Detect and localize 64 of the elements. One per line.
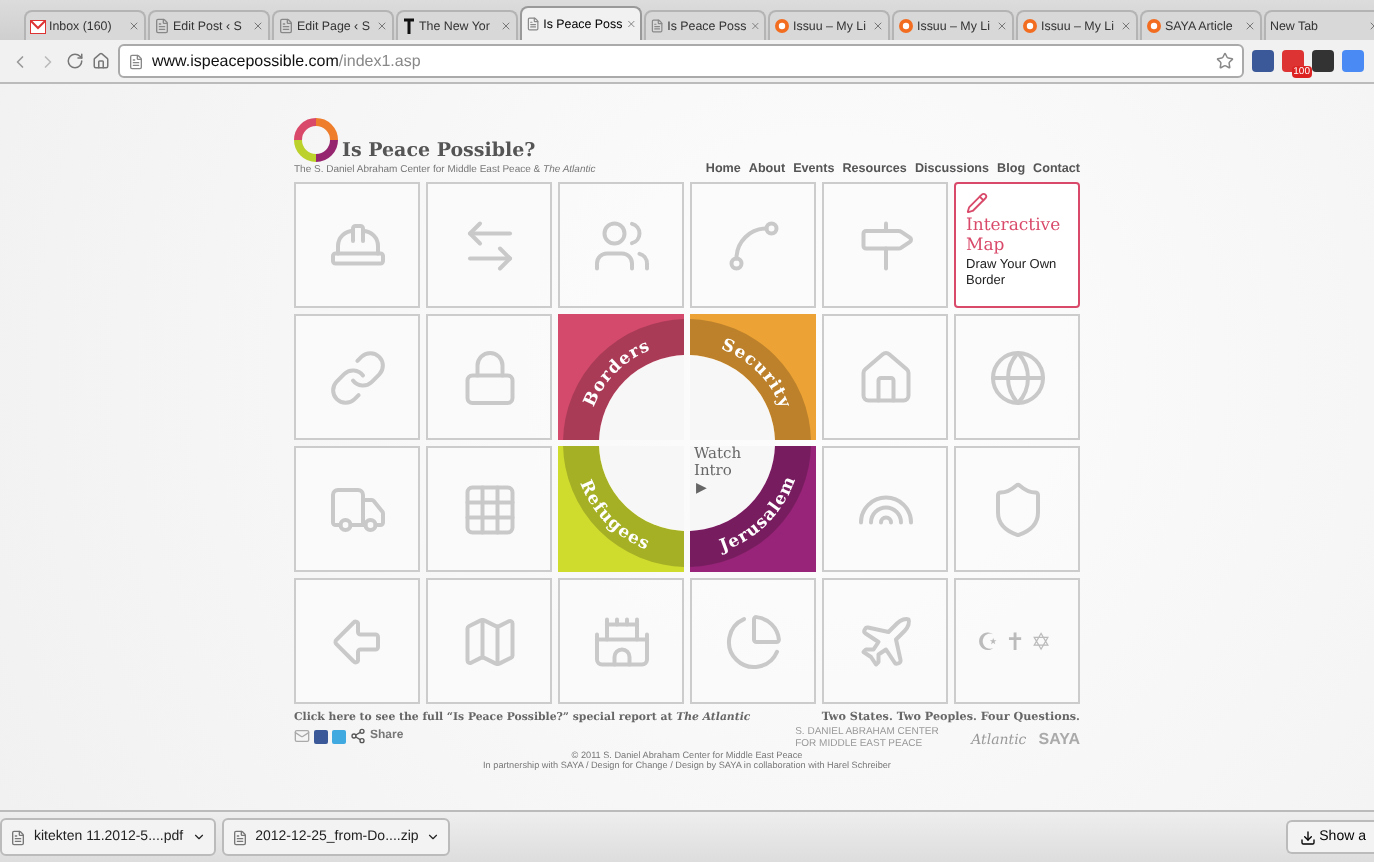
close-icon[interactable] xyxy=(625,18,636,30)
page-icon xyxy=(128,53,144,69)
globe-icon xyxy=(987,347,1047,407)
tile-title: Interactive Map xyxy=(966,216,1063,256)
icon-tile[interactable] xyxy=(690,578,816,704)
symbol: ✡ xyxy=(1031,627,1057,655)
icon-tile[interactable] xyxy=(558,182,684,308)
page-icon xyxy=(278,18,294,34)
logo-icon xyxy=(294,118,338,162)
icon-tile[interactable] xyxy=(294,314,420,440)
icon-tile[interactable] xyxy=(822,182,948,308)
partner-logo: SAYA xyxy=(1038,730,1080,748)
ring-icon xyxy=(774,18,790,34)
icon-tile[interactable] xyxy=(954,314,1080,440)
close-icon[interactable] xyxy=(749,20,760,32)
close-icon[interactable] xyxy=(996,20,1008,32)
icon-tile[interactable] xyxy=(294,446,420,572)
download-icon xyxy=(1299,829,1316,845)
icon-tile[interactable] xyxy=(294,182,420,308)
ring-icon xyxy=(1146,18,1162,34)
ring-icon xyxy=(1022,18,1038,34)
padlock-icon xyxy=(459,347,519,407)
icon-tile[interactable] xyxy=(426,182,552,308)
extension-icon[interactable] xyxy=(1312,50,1334,72)
close-icon[interactable] xyxy=(500,20,512,32)
close-icon[interactable] xyxy=(1244,20,1256,32)
address-field[interactable]: www.ispeacepossible.com/index1.asp xyxy=(118,44,1244,78)
page-icon xyxy=(526,16,541,32)
site-title: Is Peace Possible? xyxy=(342,140,536,162)
page-icon xyxy=(650,18,665,34)
reload-icon[interactable] xyxy=(66,52,84,70)
home-icon[interactable] xyxy=(92,52,110,70)
icon-tile[interactable] xyxy=(822,578,948,704)
pie-chart-icon xyxy=(723,611,783,671)
page-icon xyxy=(154,18,170,34)
symbol: ☪ xyxy=(977,627,1005,655)
caret-icon[interactable] xyxy=(191,830,206,844)
icon-tile[interactable] xyxy=(558,578,684,704)
icon-tile[interactable] xyxy=(294,578,420,704)
close-icon[interactable] xyxy=(872,20,884,32)
close-icon[interactable] xyxy=(376,20,388,32)
file-icon xyxy=(231,829,248,845)
icon-tile[interactable] xyxy=(426,446,552,572)
star-icon[interactable] xyxy=(1216,52,1234,70)
close-icon[interactable] xyxy=(1120,20,1132,32)
icon-tile[interactable] xyxy=(690,182,816,308)
icon-tile[interactable] xyxy=(822,314,948,440)
extension-icon[interactable] xyxy=(1252,50,1274,72)
chain-link-icon xyxy=(327,347,387,407)
share-icon[interactable] xyxy=(350,728,366,744)
caret-icon[interactable] xyxy=(426,830,441,844)
pencil-icon xyxy=(966,192,988,214)
icon-tile[interactable] xyxy=(954,446,1080,572)
icon-tile[interactable] xyxy=(426,578,552,704)
close-icon[interactable] xyxy=(252,20,264,32)
mail-favicon-icon xyxy=(30,19,46,33)
emblem-icon xyxy=(402,18,416,34)
icon-tile[interactable] xyxy=(426,314,552,440)
symbol: ✝ xyxy=(1005,627,1031,655)
icon-tile[interactable] xyxy=(822,446,948,572)
file-icon xyxy=(10,829,26,845)
close-icon[interactable] xyxy=(128,20,140,32)
ring-icon xyxy=(898,18,914,34)
facebook-icon[interactable] xyxy=(314,729,328,743)
